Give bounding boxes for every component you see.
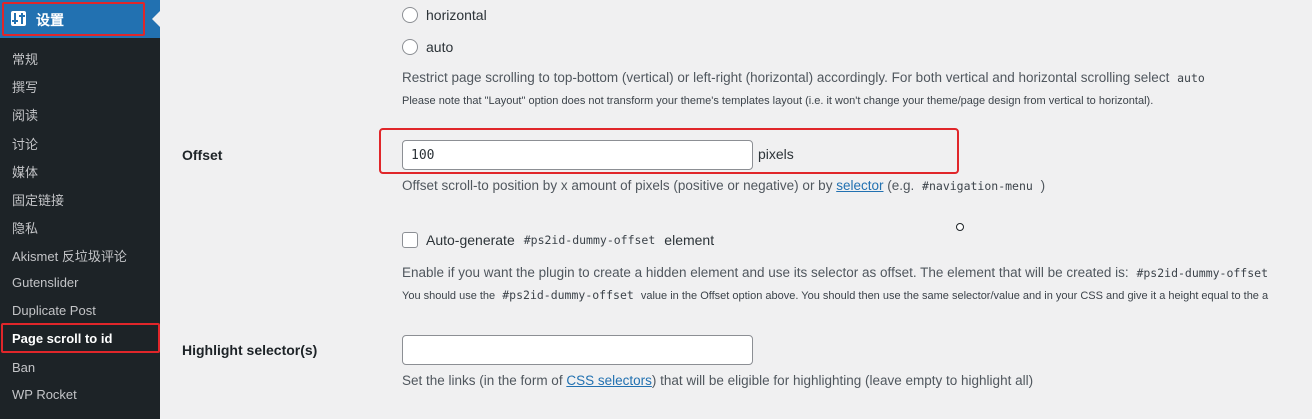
dummy-offset-description: Enable if you want the plugin to create …	[402, 264, 1273, 282]
sidebar-item-duplicate-post[interactable]: Duplicate Post	[12, 303, 96, 318]
layout-option-horizontal[interactable]: horizontal	[402, 7, 487, 23]
layout-desc-code: auto	[1173, 69, 1209, 87]
offset-desc-code: #navigation-menu	[918, 177, 1037, 195]
dummy-desc-text: Enable if you want the plugin to create …	[402, 265, 1129, 280]
selector-link[interactable]: selector	[836, 178, 883, 193]
offset-desc-text: Offset scroll-to position by x amount of…	[402, 178, 833, 193]
layout-option-auto[interactable]: auto	[402, 39, 453, 55]
offset-desc-mid: (e.g.	[887, 178, 915, 193]
radio-auto-label: auto	[426, 39, 454, 55]
sidebar-item-gutenslider[interactable]: Gutenslider	[12, 275, 78, 290]
offset-description: Offset scroll-to position by x amount of…	[402, 177, 1046, 195]
dummy-offset-label: Auto-generate	[426, 232, 515, 248]
dummy-offset-checkbox[interactable]	[402, 232, 418, 248]
offset-label: Offset	[182, 147, 223, 163]
settings-highlight-box	[2, 2, 145, 36]
layout-description: Restrict page scrolling to top-bottom (v…	[402, 69, 1209, 87]
settings-menu-header[interactable]: 设置	[0, 0, 160, 38]
highlight-selector-label: Highlight selector(s)	[182, 342, 318, 358]
dummy-offset-code: #ps2id-dummy-offset	[519, 231, 660, 249]
radio-horizontal-label: horizontal	[426, 7, 487, 23]
css-selectors-link[interactable]: CSS selectors	[566, 373, 652, 388]
current-menu-arrow	[152, 11, 160, 27]
dummy-note-after: value in the Offset option above. You sh…	[640, 290, 1269, 302]
settings-main: horizontal auto Restrict page scrolling …	[160, 0, 1312, 419]
radio-auto[interactable]	[402, 39, 418, 55]
mouse-cursor	[956, 223, 964, 231]
dummy-note-code: #ps2id-dummy-offset	[498, 286, 638, 304]
active-item-highlight-box	[1, 323, 160, 353]
sidebar-item-media[interactable]: 媒体	[12, 162, 38, 181]
radio-horizontal[interactable]	[402, 7, 418, 23]
layout-desc-text: Restrict page scrolling to top-bottom (v…	[402, 70, 1170, 85]
dummy-note-text: You should use the	[402, 290, 496, 302]
offset-unit: pixels	[758, 146, 794, 162]
dummy-offset-note: You should use the #ps2id-dummy-offset v…	[402, 286, 1269, 304]
sidebar-item-writing[interactable]: 撰写	[12, 77, 38, 96]
sidebar-item-ban[interactable]: Ban	[12, 360, 35, 375]
sidebar-item-permalinks[interactable]: 固定链接	[12, 190, 64, 209]
highlight-selector-input[interactable]	[402, 335, 753, 365]
highlight-description: Set the links (in the form of CSS select…	[402, 373, 1033, 388]
sidebar-item-akismet[interactable]: Akismet 反垃圾评论	[12, 246, 127, 265]
offset-input[interactable]	[402, 140, 753, 170]
highlight-desc-text: Set the links (in the form of	[402, 373, 563, 388]
layout-note: Please note that "Layout" option does no…	[402, 95, 1154, 107]
admin-sidebar: 设置 常规 撰写 阅读 讨论 媒体 固定链接 隐私 Akismet 反垃圾评论 …	[0, 0, 160, 419]
sidebar-item-wp-rocket[interactable]: WP Rocket	[12, 387, 77, 402]
highlight-desc-after: ) that will be eligible for highlighting…	[651, 373, 1034, 388]
offset-desc-after: )	[1040, 178, 1046, 193]
sidebar-item-discussion[interactable]: 讨论	[12, 134, 38, 153]
dummy-offset-option[interactable]: Auto-generate #ps2id-dummy-offset elemen…	[402, 231, 714, 249]
dummy-offset-label-after: element	[664, 232, 715, 248]
sidebar-item-reading[interactable]: 阅读	[12, 105, 38, 124]
dummy-desc-code: #ps2id-dummy-offset	[1132, 264, 1273, 282]
sidebar-item-general[interactable]: 常规	[12, 49, 38, 68]
sidebar-item-privacy[interactable]: 隐私	[12, 218, 38, 237]
